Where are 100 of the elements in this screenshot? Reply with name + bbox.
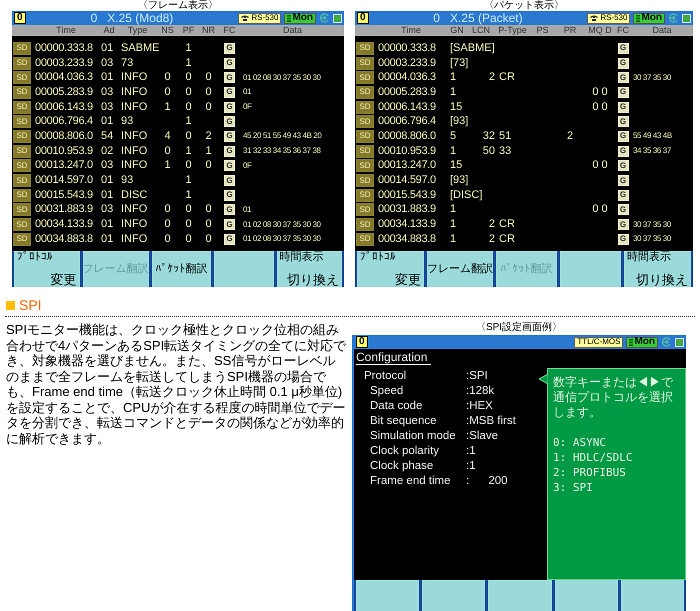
channel-number: 0 <box>433 12 440 24</box>
table-cell-text: 01 <box>100 219 114 230</box>
setting-value: :1 <box>466 460 476 472</box>
column-header: Time <box>55 26 77 35</box>
interface-badge: RS-530 <box>587 12 630 24</box>
table-cell-text: CR <box>498 234 516 245</box>
softkey[interactable]: 時間表示 切り換え <box>624 251 691 287</box>
table-cell-text: 02 <box>100 146 114 157</box>
softkey[interactable] <box>560 251 621 287</box>
direction-tag: SD <box>13 174 31 188</box>
frame-check-tag: G <box>224 146 235 157</box>
frame-check-tag: G <box>618 102 628 113</box>
table-cell-text: 0 <box>204 72 213 84</box>
softkey[interactable]: ﾊﾟｹｯﾄ翻訳 <box>152 251 211 287</box>
protocol-option: 3: SPI <box>553 480 685 495</box>
table-cell-text: 1 <box>449 204 458 216</box>
table-cell-text: [93] <box>449 116 470 128</box>
status-square-icon <box>675 338 684 346</box>
table-cell-text: 0 <box>163 72 172 84</box>
table-cell-text: INFO <box>120 86 148 98</box>
softkey[interactable] <box>488 580 552 611</box>
section-heading: SPI <box>19 298 42 312</box>
softkey[interactable] <box>554 580 618 611</box>
table-cell-text: 0 0 <box>591 160 609 172</box>
setting-label: Clock polarity <box>370 446 440 458</box>
direction-tag: SD <box>356 130 374 143</box>
table-cell-text: 0 <box>184 204 193 216</box>
direction-tag: SD <box>356 71 374 84</box>
setting-value: :MSB first <box>466 416 516 428</box>
table-cell-text: 0 <box>204 234 213 245</box>
setting-label: Bit sequence <box>370 416 438 428</box>
direction-tag: SD <box>13 144 31 158</box>
frame-check-tag: G <box>224 116 235 128</box>
direction-tag: SD <box>13 71 31 84</box>
bars-icon <box>287 14 292 22</box>
frame-check-tag: G <box>224 234 235 245</box>
table-cell-text: 1 <box>449 234 458 245</box>
table-cell-text: 0 <box>163 219 172 230</box>
softkey[interactable]: 時間表示 切り換え <box>276 251 342 287</box>
frame-check-tag: G <box>618 234 628 245</box>
table-cell-text: 0 <box>184 160 193 172</box>
direction-tag: SD <box>13 203 31 216</box>
table-cell-text: 00034.883.8 <box>34 234 94 245</box>
softkey[interactable] <box>356 580 420 611</box>
column-header: Data <box>282 26 303 35</box>
window-title: X.25 (Mod8) <box>107 12 174 24</box>
table-cell-text: 93 <box>120 175 134 186</box>
setting-value: :1 <box>466 446 476 458</box>
column-header: NR <box>201 26 216 35</box>
frame-check-tag: G <box>618 86 628 98</box>
column-header: PS <box>535 26 550 35</box>
table-cell-text: 0F <box>242 162 253 170</box>
direction-tag: SD <box>356 174 374 188</box>
table-cell-text: 0 <box>204 102 213 113</box>
bars-icon <box>629 338 634 346</box>
table-cell-text: 01 02 08 30 37 35 30 30 <box>242 220 322 229</box>
channel-number: 0 <box>90 12 98 24</box>
table-cell-text: 00034.883.8 <box>377 234 437 245</box>
frame-check-tag: G <box>618 190 628 201</box>
table-cell-text: 0 <box>163 86 172 98</box>
softkey[interactable]: ﾌﾟﾛﾄｺﾙ 変更 <box>357 251 424 287</box>
setting-value: :Slave <box>466 430 498 442</box>
softkey[interactable] <box>620 580 684 611</box>
table-cell-text: 54 <box>100 130 114 142</box>
softkey[interactable]: ﾌﾟﾛﾄｺﾙ 変更 <box>14 251 80 287</box>
table-cell-text: 0 <box>204 160 213 172</box>
direction-tag: SD <box>356 56 374 70</box>
table-cell-text: 1 <box>449 146 458 157</box>
table-cell-text: 01 <box>100 175 114 186</box>
table-cell-text: 0 0 <box>591 204 609 216</box>
table-cell-text: 30 37 35 30 <box>632 74 672 82</box>
direction-tag: SD <box>356 159 374 172</box>
mode-badge: Mon <box>626 336 658 348</box>
table-cell-text: 0 0 <box>591 86 609 98</box>
table-cell-text: 73 <box>120 58 134 69</box>
table-cell-text: 00014.597.0 <box>34 175 94 186</box>
setting-label: Frame end time <box>370 476 452 488</box>
frame-check-tag: G <box>224 190 235 201</box>
table-cell-text: 0 <box>184 219 193 230</box>
table-cell-text: 00015.543.9 <box>377 190 437 201</box>
column-header: PR <box>562 26 578 35</box>
column-header: FC <box>222 26 236 35</box>
softkey[interactable] <box>214 251 274 287</box>
softkey[interactable]: フレーム翻訳 <box>427 251 493 287</box>
table-cell-text: 00031.883.9 <box>377 204 437 216</box>
table-cell-text: 01 <box>242 206 252 214</box>
setting-value: :128k <box>466 386 494 398</box>
table-cell-text: INFO <box>120 204 148 216</box>
frame-check-tag: G <box>618 58 628 69</box>
softkey[interactable] <box>422 580 486 611</box>
table-cell-text: 1 <box>184 190 193 201</box>
table-cell-text: 00003.233.9 <box>377 58 437 69</box>
table-cell-text: 0F <box>242 103 253 112</box>
table-cell-text: 00013.247.0 <box>377 160 437 172</box>
table-cell-text: 01 <box>100 190 114 201</box>
phone-icon <box>590 15 598 21</box>
column-header: Type <box>126 26 148 35</box>
table-cell-text: 1 <box>184 175 193 186</box>
table-cell-text: 0 <box>163 204 172 216</box>
table-cell-text: CR <box>498 219 516 230</box>
